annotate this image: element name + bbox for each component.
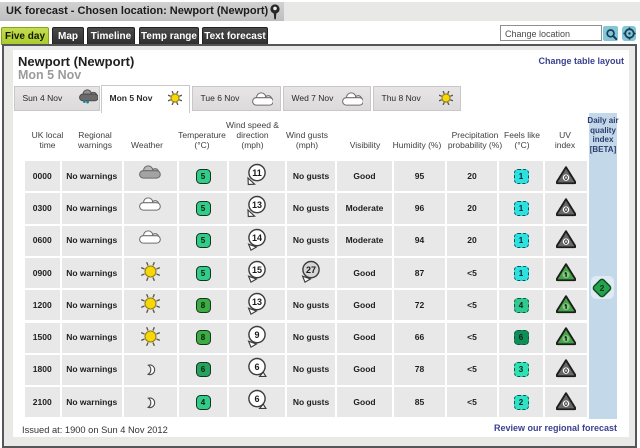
svg-text:11: 11 — [252, 168, 262, 178]
svg-text:15: 15 — [252, 265, 262, 275]
svg-text:2: 2 — [600, 283, 605, 293]
svg-text:6: 6 — [254, 362, 259, 372]
svg-text:13: 13 — [252, 297, 262, 307]
svg-text:6: 6 — [254, 394, 259, 404]
svg-text:14: 14 — [252, 233, 262, 243]
svg-text:9: 9 — [254, 329, 259, 339]
svg-text:13: 13 — [252, 200, 262, 210]
svg-text:27: 27 — [306, 265, 316, 275]
